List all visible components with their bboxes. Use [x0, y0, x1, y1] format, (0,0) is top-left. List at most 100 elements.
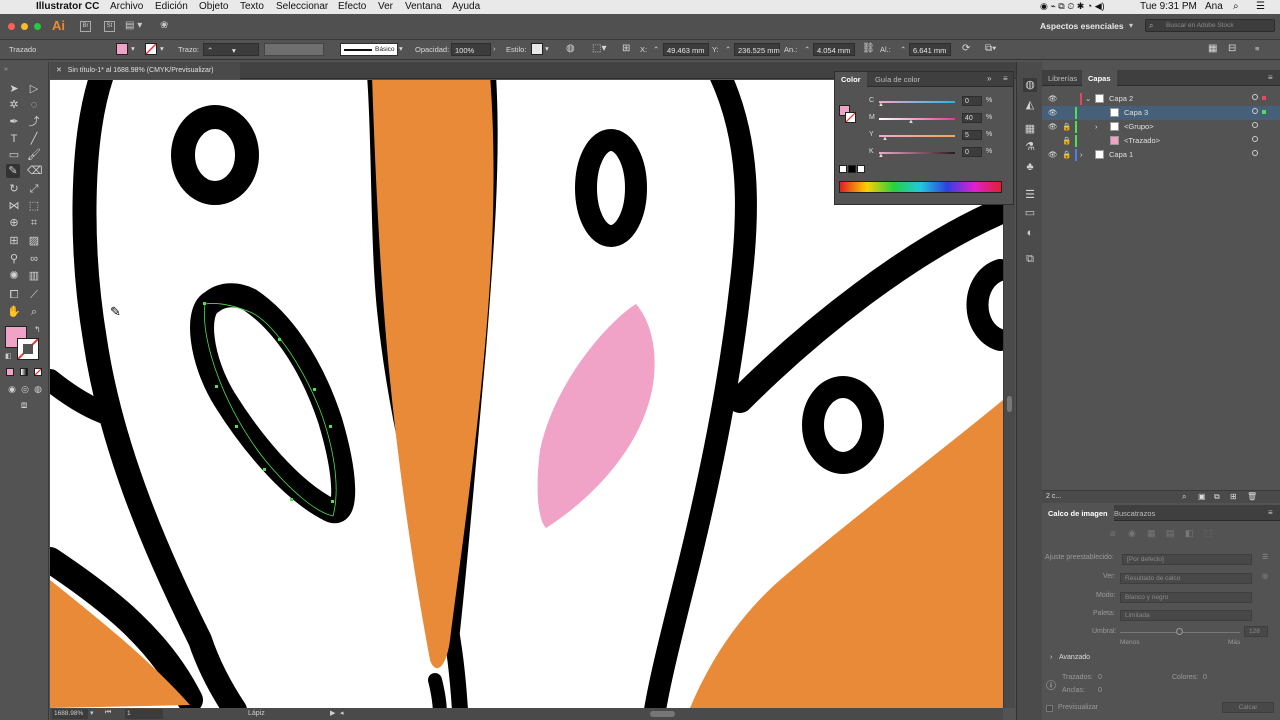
width-tool-icon[interactable]: ⋈	[7, 199, 21, 213]
layer-row[interactable]: 🔒 <Trazado>	[1042, 134, 1280, 148]
channel-k-slider[interactable]	[879, 152, 955, 154]
make-clipping-mask-icon[interactable]: ▣	[1198, 492, 1206, 501]
app-name[interactable]: Illustrator CC	[36, 1, 99, 12]
view-dropdown[interactable]: Resultado de calco	[1120, 573, 1252, 584]
symbol-sprayer-tool-icon[interactable]: ✺	[7, 269, 21, 283]
visibility-eye-icon[interactable]: 👁	[1048, 150, 1058, 159]
width-stepper-icon[interactable]: ⌃	[804, 45, 810, 54]
curvature-tool-icon[interactable]: ⤴	[27, 115, 41, 129]
align-icon[interactable]: ⬚▾	[592, 43, 606, 54]
symbols-icon[interactable]: ♣	[1023, 160, 1037, 174]
menu-ventana[interactable]: Ventana	[405, 1, 442, 12]
target-icon[interactable]	[1252, 94, 1258, 100]
draw-behind-icon[interactable]: ◎	[18, 382, 32, 396]
collapse-toolbar-icon[interactable]: »	[4, 66, 8, 73]
brushes-icon[interactable]: ⚗	[1023, 140, 1037, 154]
layers-menu-icon[interactable]: ≡	[1268, 73, 1273, 82]
preview-checkbox[interactable]	[1046, 705, 1053, 712]
stroke-swatch[interactable]	[145, 43, 157, 55]
appearance-panel-icon[interactable]: ⧉	[1023, 252, 1037, 266]
grayscale-icon[interactable]: ▤	[1166, 528, 1175, 539]
zoom-window-button[interactable]	[34, 23, 41, 30]
close-tab-icon[interactable]: ✕	[56, 67, 62, 74]
notifications-icon[interactable]: ☰	[1256, 1, 1265, 12]
x-field[interactable]: 49.463 mm	[663, 43, 709, 56]
magic-wand-tool-icon[interactable]: ✲	[7, 98, 21, 112]
height-stepper-icon[interactable]: ⌃	[900, 45, 906, 54]
stroke-weight-field[interactable]: ⌃ ▾	[203, 43, 259, 56]
gradient-panel-icon[interactable]: ▭	[1023, 206, 1037, 220]
preset-menu-icon[interactable]: ☰	[1262, 553, 1268, 561]
lock-icon[interactable]: 🔒	[1062, 136, 1071, 145]
direct-selection-tool-icon[interactable]: ▷	[27, 82, 41, 96]
trace-button[interactable]: Calcar	[1222, 702, 1274, 713]
channel-k-value[interactable]: 0	[962, 147, 982, 157]
channel-m-slider[interactable]	[879, 118, 955, 120]
locate-object-icon[interactable]: ⌕	[1182, 492, 1186, 502]
arrange-panels-icon[interactable]: ▦	[1208, 43, 1217, 54]
height-field[interactable]: 6.641 mm	[909, 43, 951, 56]
color-stroke-swatch[interactable]	[845, 112, 856, 123]
channel-m-value[interactable]: 40	[962, 113, 982, 123]
status-arrow-icon[interactable]: ▶	[330, 709, 335, 717]
channel-c-value[interactable]: 0	[962, 96, 982, 106]
selection-tool-icon[interactable]: ➤	[7, 82, 21, 96]
paintbrush-tool-icon[interactable]: 🖌	[27, 148, 41, 162]
panel-menu-icon[interactable]: ≡	[1003, 74, 1008, 83]
rectangle-tool-icon[interactable]: ▭	[7, 148, 21, 162]
expand-chevron-icon[interactable]: ⌄	[1085, 94, 1091, 103]
pencil-tool-icon[interactable]: ✎	[6, 164, 20, 178]
menu-edicion[interactable]: Edición	[155, 1, 188, 12]
visibility-eye-icon[interactable]: 👁	[1048, 122, 1058, 131]
status-icons[interactable]: ◉ ⌁ ⧉ ⏲ ✱ ◔ ◀)	[1040, 1, 1105, 12]
layer-row[interactable]: 👁 🔒 › <Grupo>	[1042, 120, 1280, 134]
view-eye-icon[interactable]: ◎	[1262, 572, 1268, 580]
vertical-scrollbar-thumb[interactable]	[1007, 396, 1012, 412]
stroke-color-box[interactable]	[17, 338, 39, 360]
tab-color-guide[interactable]: Guía de color	[869, 72, 926, 87]
first-artboard-icon[interactable]: ⏮	[105, 709, 111, 717]
transform-icon[interactable]: ⟳	[962, 43, 970, 54]
menu-ayuda[interactable]: Ayuda	[452, 1, 480, 12]
status-tool[interactable]: Lápiz	[248, 710, 265, 717]
outline-icon[interactable]: ⬚	[1204, 528, 1213, 539]
preview-label[interactable]: Previsualizar	[1058, 704, 1098, 711]
mode-dropdown[interactable]: Blanco y negro	[1120, 592, 1252, 603]
brush-definition[interactable]: Básico	[340, 43, 398, 56]
default-colors-icon[interactable]: ◧	[5, 352, 12, 360]
y-field[interactable]: 236.525 mm	[734, 43, 780, 56]
stock-search[interactable]: ⌕ Buscar en Adobe Stock	[1145, 19, 1275, 32]
free-transform-tool-icon[interactable]: ⬚	[27, 199, 41, 213]
collapse-panel-icon[interactable]: »	[987, 74, 991, 83]
advanced-row[interactable]: › Avanzado	[1042, 654, 1280, 666]
opacity-label[interactable]: Opacidad:	[415, 45, 449, 54]
constrain-proportions-icon[interactable]: ⛓	[862, 43, 875, 54]
black-white-icon[interactable]: ◧	[1185, 528, 1194, 539]
column-graph-tool-icon[interactable]: ▥	[27, 269, 41, 283]
artboard-field[interactable]: 1	[125, 709, 163, 719]
color-panel-icon[interactable]: ◍	[1023, 78, 1037, 92]
arrange-documents-icon[interactable]: ▤ ▾	[125, 20, 142, 31]
swap-colors-icon[interactable]: ↰	[34, 325, 41, 334]
tab-color[interactable]: Color	[835, 72, 867, 87]
zoom-tool-icon[interactable]: ⌕	[27, 305, 41, 319]
threshold-value[interactable]: 128	[1244, 626, 1268, 637]
draw-inside-icon[interactable]: ◍	[31, 382, 45, 396]
target-icon[interactable]	[1252, 122, 1258, 128]
layer-name[interactable]: <Trazado>	[1124, 136, 1160, 145]
eraser-tool-icon[interactable]: ⌫	[27, 164, 43, 178]
clock[interactable]: Tue 9:31 PM	[1140, 1, 1197, 12]
horizontal-scrollbar-thumb[interactable]	[650, 711, 675, 717]
scroll-left-icon[interactable]: ◂	[340, 709, 344, 717]
zoom-chevron-icon[interactable]: ▾	[90, 709, 94, 717]
recolor-artwork-icon[interactable]: ◍	[566, 43, 575, 54]
close-window-button[interactable]	[8, 23, 15, 30]
bridge-icon[interactable]: Br	[80, 21, 91, 32]
blend-tool-icon[interactable]: ∞	[27, 252, 41, 266]
delete-layer-icon[interactable]: 🗑	[1247, 492, 1257, 501]
color-mode-icon[interactable]	[6, 368, 14, 376]
lock-icon[interactable]: 🔒	[1062, 122, 1071, 131]
y-stepper-icon[interactable]: ⌃	[725, 45, 731, 54]
panel-options-icon[interactable]: ⊟	[1228, 43, 1236, 54]
menu-texto[interactable]: Texto	[240, 1, 264, 12]
